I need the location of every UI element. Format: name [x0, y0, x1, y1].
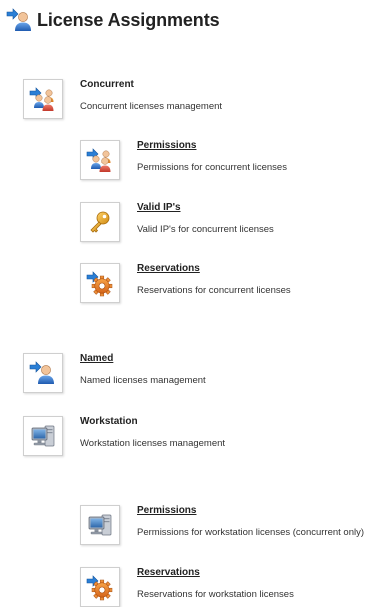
page-header: License Assignments	[6, 4, 220, 36]
concurrent-valid-ips-item: Valid IP's Valid IP's for concurrent lic…	[80, 202, 274, 242]
concurrent-permissions-description: Permissions for concurrent licenses	[137, 162, 287, 173]
concurrent-reservations-description: Reservations for concurrent licenses	[137, 285, 291, 296]
user-icon	[29, 359, 57, 387]
page-title: License Assignments	[37, 9, 220, 30]
section-concurrent: Concurrent Concurrent licenses managemen…	[23, 79, 222, 119]
concurrent-valid-ips-link[interactable]: Valid IP's	[137, 202, 274, 214]
concurrent-reservations-icon-button[interactable]	[80, 263, 120, 303]
computer-icon	[86, 511, 114, 539]
workstation-reservations-icon-button[interactable]	[80, 567, 120, 607]
users-group-icon	[29, 85, 57, 113]
workstation-reservations-link[interactable]: Reservations	[137, 567, 294, 579]
key-icon	[86, 208, 114, 236]
concurrent-reservations-link[interactable]: Reservations	[137, 263, 291, 275]
concurrent-description: Concurrent licenses management	[80, 101, 223, 112]
concurrent-valid-ips-description: Valid IP's for concurrent licenses	[137, 224, 274, 235]
section-named: Named Named licenses management	[23, 353, 206, 393]
concurrent-permissions-icon-button[interactable]	[80, 140, 120, 180]
concurrent-valid-ips-icon-button[interactable]	[80, 202, 120, 242]
concurrent-title[interactable]: Concurrent	[80, 79, 222, 91]
named-icon-button[interactable]	[23, 353, 63, 393]
concurrent-reservations-item: Reservations Reservations for concurrent…	[80, 263, 291, 303]
concurrent-permissions-link[interactable]: Permissions	[137, 140, 287, 152]
concurrent-permissions-item: Permissions Permissions for concurrent l…	[80, 140, 287, 180]
named-description: Named licenses management	[80, 375, 206, 386]
section-workstation: Workstation Workstation licenses managem…	[23, 416, 225, 456]
workstation-permissions-icon-button[interactable]	[80, 505, 120, 545]
workstation-permissions-link[interactable]: Permissions	[137, 505, 364, 517]
users-group-icon	[86, 146, 114, 174]
workstation-permissions-item: Permissions Permissions for workstation …	[80, 505, 364, 545]
workstation-reservations-description: Reservations for workstation licenses	[137, 589, 294, 600]
users-icon	[6, 6, 34, 34]
workstation-reservations-item: Reservations Reservations for workstatio…	[80, 567, 294, 607]
workstation-permissions-description: Permissions for workstation licenses (co…	[137, 527, 365, 538]
gear-icon	[86, 573, 114, 601]
computer-icon	[29, 422, 57, 450]
named-link[interactable]: Named	[80, 353, 206, 365]
workstation-description: Workstation licenses management	[80, 438, 226, 449]
concurrent-icon-button[interactable]	[23, 79, 63, 119]
workstation-title[interactable]: Workstation	[80, 416, 225, 428]
workstation-icon-button[interactable]	[23, 416, 63, 456]
gear-icon	[86, 269, 114, 297]
